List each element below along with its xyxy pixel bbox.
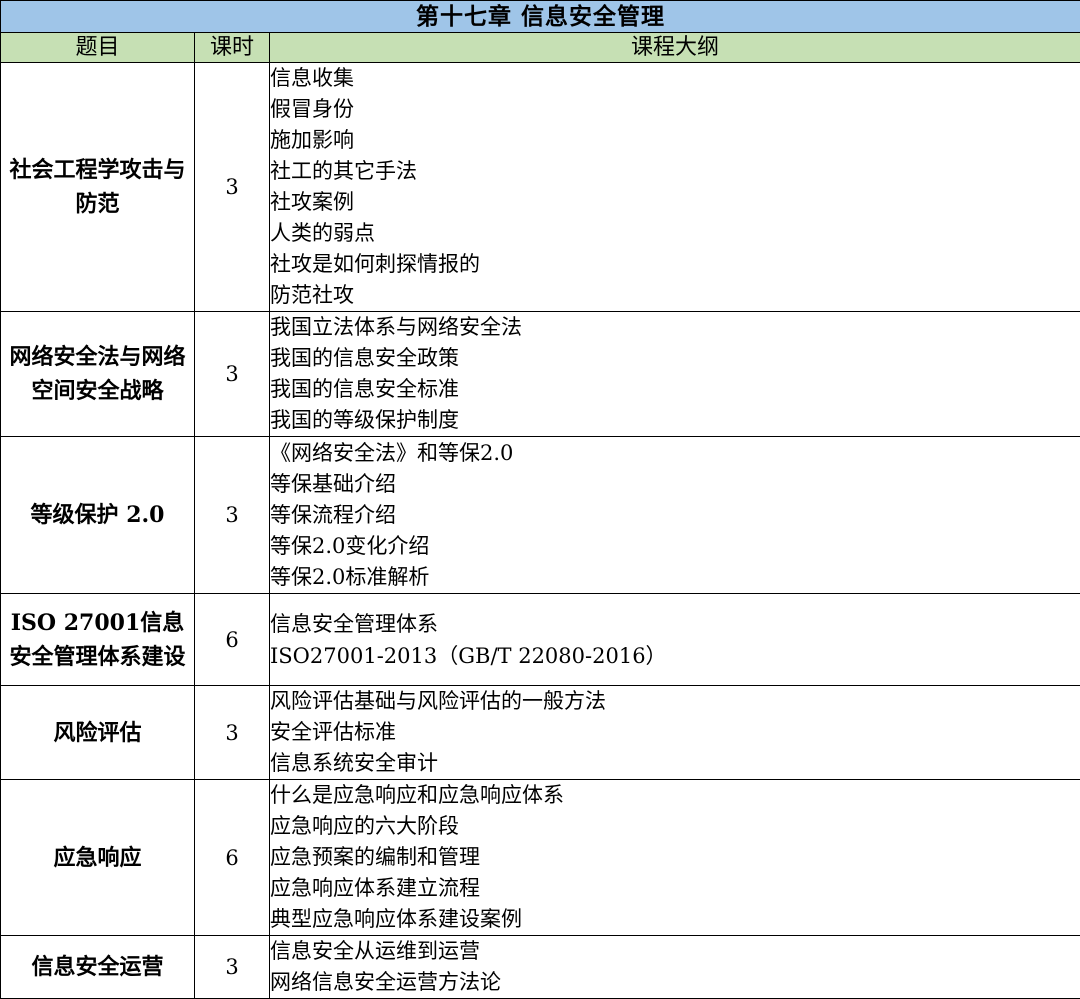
outline-item: 信息收集 bbox=[270, 66, 354, 90]
outline-item: 等保2.0变化介绍 bbox=[270, 533, 430, 558]
outline-item: ISO27001-2013（GB/T 22080-2016） bbox=[270, 643, 667, 668]
chapter-title: 第十七章 信息安全管理 bbox=[0, 0, 1080, 33]
row-topic: 等级保护 2.0 bbox=[0, 436, 195, 594]
outline-item: 信息安全从运维到运营 bbox=[270, 939, 480, 963]
outline-list: 我国立法体系与网络安全法 我国的信息安全政策 我国的信息安全标准 我国的等级保护… bbox=[270, 312, 1080, 436]
outline-item: 典型应急响应体系建设案例 bbox=[270, 907, 522, 931]
row-topic: ISO 27001信息安全管理体系建设 bbox=[0, 593, 195, 686]
row-hours: 3 bbox=[194, 62, 270, 312]
table-title-row: 第十七章 信息安全管理 bbox=[0, 0, 1080, 33]
row-topic: 信息安全运营 bbox=[0, 935, 195, 999]
header-topic: 题目 bbox=[0, 32, 195, 63]
outline-item: 施加影响 bbox=[270, 128, 354, 152]
outline-list: 什么是应急响应和应急响应体系 应急响应的六大阶段 应急预案的编制和管理 应急响应… bbox=[270, 780, 1080, 935]
row-topic: 网络安全法与网络空间安全战略 bbox=[0, 311, 195, 437]
outline-item: 安全评估标准 bbox=[270, 720, 396, 744]
outline-list: 《网络安全法》和等保2.0 等保基础介绍 等保流程介绍 等保2.0变化介绍 等保… bbox=[270, 438, 1080, 593]
outline-list: 信息安全从运维到运营 网络信息安全运营方法论 bbox=[270, 936, 1080, 998]
outline-item: 我国的等级保护制度 bbox=[270, 408, 459, 432]
outline-item: 社工的其它手法 bbox=[270, 159, 417, 183]
row-hours: 3 bbox=[194, 436, 270, 594]
outline-list: 信息收集 假冒身份 施加影响 社工的其它手法 社攻案例 人类的弱点 社攻是如何刺… bbox=[270, 63, 1080, 311]
table-row: ISO 27001信息安全管理体系建设 6 信息安全管理体系 ISO27001-… bbox=[0, 593, 1080, 686]
row-hours: 3 bbox=[194, 935, 270, 999]
row-hours: 3 bbox=[194, 311, 270, 437]
row-topic: 风险评估 bbox=[0, 685, 195, 780]
outline-item: 等保流程介绍 bbox=[270, 502, 396, 527]
row-outline: 《网络安全法》和等保2.0 等保基础介绍 等保流程介绍 等保2.0变化介绍 等保… bbox=[268, 436, 1080, 594]
outline-item: 防范社攻 bbox=[270, 283, 354, 307]
outline-item: 人类的弱点 bbox=[270, 221, 375, 245]
row-hours: 6 bbox=[194, 779, 270, 936]
row-outline: 我国立法体系与网络安全法 我国的信息安全政策 我国的信息安全标准 我国的等级保护… bbox=[268, 311, 1080, 437]
outline-item: 社攻是如何刺探情报的 bbox=[270, 252, 480, 276]
row-topic: 社会工程学攻击与防范 bbox=[0, 62, 195, 312]
row-outline: 信息安全管理体系 ISO27001-2013（GB/T 22080-2016） bbox=[268, 593, 1080, 686]
outline-item: 应急预案的编制和管理 bbox=[270, 845, 480, 869]
outline-item: 我国立法体系与网络安全法 bbox=[270, 315, 522, 339]
table-row: 应急响应 6 什么是应急响应和应急响应体系 应急响应的六大阶段 应急预案的编制和… bbox=[0, 779, 1080, 936]
header-hours: 课时 bbox=[194, 32, 270, 63]
outline-item: 应急响应体系建立流程 bbox=[270, 876, 480, 900]
row-hours: 6 bbox=[194, 593, 270, 686]
outline-item: 风险评估基础与风险评估的一般方法 bbox=[270, 689, 606, 713]
outline-item: 等保基础介绍 bbox=[270, 471, 396, 496]
outline-item: 社攻案例 bbox=[270, 190, 354, 214]
outline-list: 信息安全管理体系 ISO27001-2013（GB/T 22080-2016） bbox=[270, 608, 1080, 672]
table-row: 网络安全法与网络空间安全战略 3 我国立法体系与网络安全法 我国的信息安全政策 … bbox=[0, 311, 1080, 437]
table-row: 信息安全运营 3 信息安全从运维到运营 网络信息安全运营方法论 bbox=[0, 935, 1080, 999]
table-header-row: 题目 课时 课程大纲 bbox=[0, 32, 1080, 63]
row-outline: 什么是应急响应和应急响应体系 应急响应的六大阶段 应急预案的编制和管理 应急响应… bbox=[268, 779, 1080, 936]
row-hours: 3 bbox=[194, 685, 270, 780]
table-body: 第十七章 信息安全管理 题目 课时 课程大纲 社会工程学攻击与防范 3 信息收集… bbox=[0, 0, 1080, 999]
row-outline: 信息安全从运维到运营 网络信息安全运营方法论 bbox=[268, 935, 1080, 999]
outline-item: 网络信息安全运营方法论 bbox=[270, 970, 501, 994]
outline-item: 信息系统安全审计 bbox=[270, 751, 438, 775]
outline-item: 我国的信息安全标准 bbox=[270, 377, 459, 401]
header-outline: 课程大纲 bbox=[268, 32, 1080, 63]
outline-item: 我国的信息安全政策 bbox=[270, 346, 459, 370]
outline-item: 假冒身份 bbox=[270, 97, 354, 121]
outline-list: 风险评估基础与风险评估的一般方法 安全评估标准 信息系统安全审计 bbox=[270, 686, 1080, 779]
outline-item: 什么是应急响应和应急响应体系 bbox=[270, 783, 564, 807]
table-row: 社会工程学攻击与防范 3 信息收集 假冒身份 施加影响 社工的其它手法 社攻案例… bbox=[0, 62, 1080, 312]
syllabus-table: 第十七章 信息安全管理 题目 课时 课程大纲 社会工程学攻击与防范 3 信息收集… bbox=[0, 0, 1080, 999]
row-outline: 风险评估基础与风险评估的一般方法 安全评估标准 信息系统安全审计 bbox=[268, 685, 1080, 780]
outline-item: 等保2.0标准解析 bbox=[270, 564, 430, 589]
outline-item: 应急响应的六大阶段 bbox=[270, 814, 459, 838]
row-topic: 应急响应 bbox=[0, 779, 195, 936]
outline-item: 《网络安全法》和等保2.0 bbox=[270, 440, 514, 465]
outline-item: 信息安全管理体系 bbox=[270, 611, 438, 636]
table-row: 等级保护 2.0 3 《网络安全法》和等保2.0 等保基础介绍 等保流程介绍 等… bbox=[0, 436, 1080, 594]
row-outline: 信息收集 假冒身份 施加影响 社工的其它手法 社攻案例 人类的弱点 社攻是如何刺… bbox=[268, 62, 1080, 312]
table-row: 风险评估 3 风险评估基础与风险评估的一般方法 安全评估标准 信息系统安全审计 bbox=[0, 685, 1080, 780]
